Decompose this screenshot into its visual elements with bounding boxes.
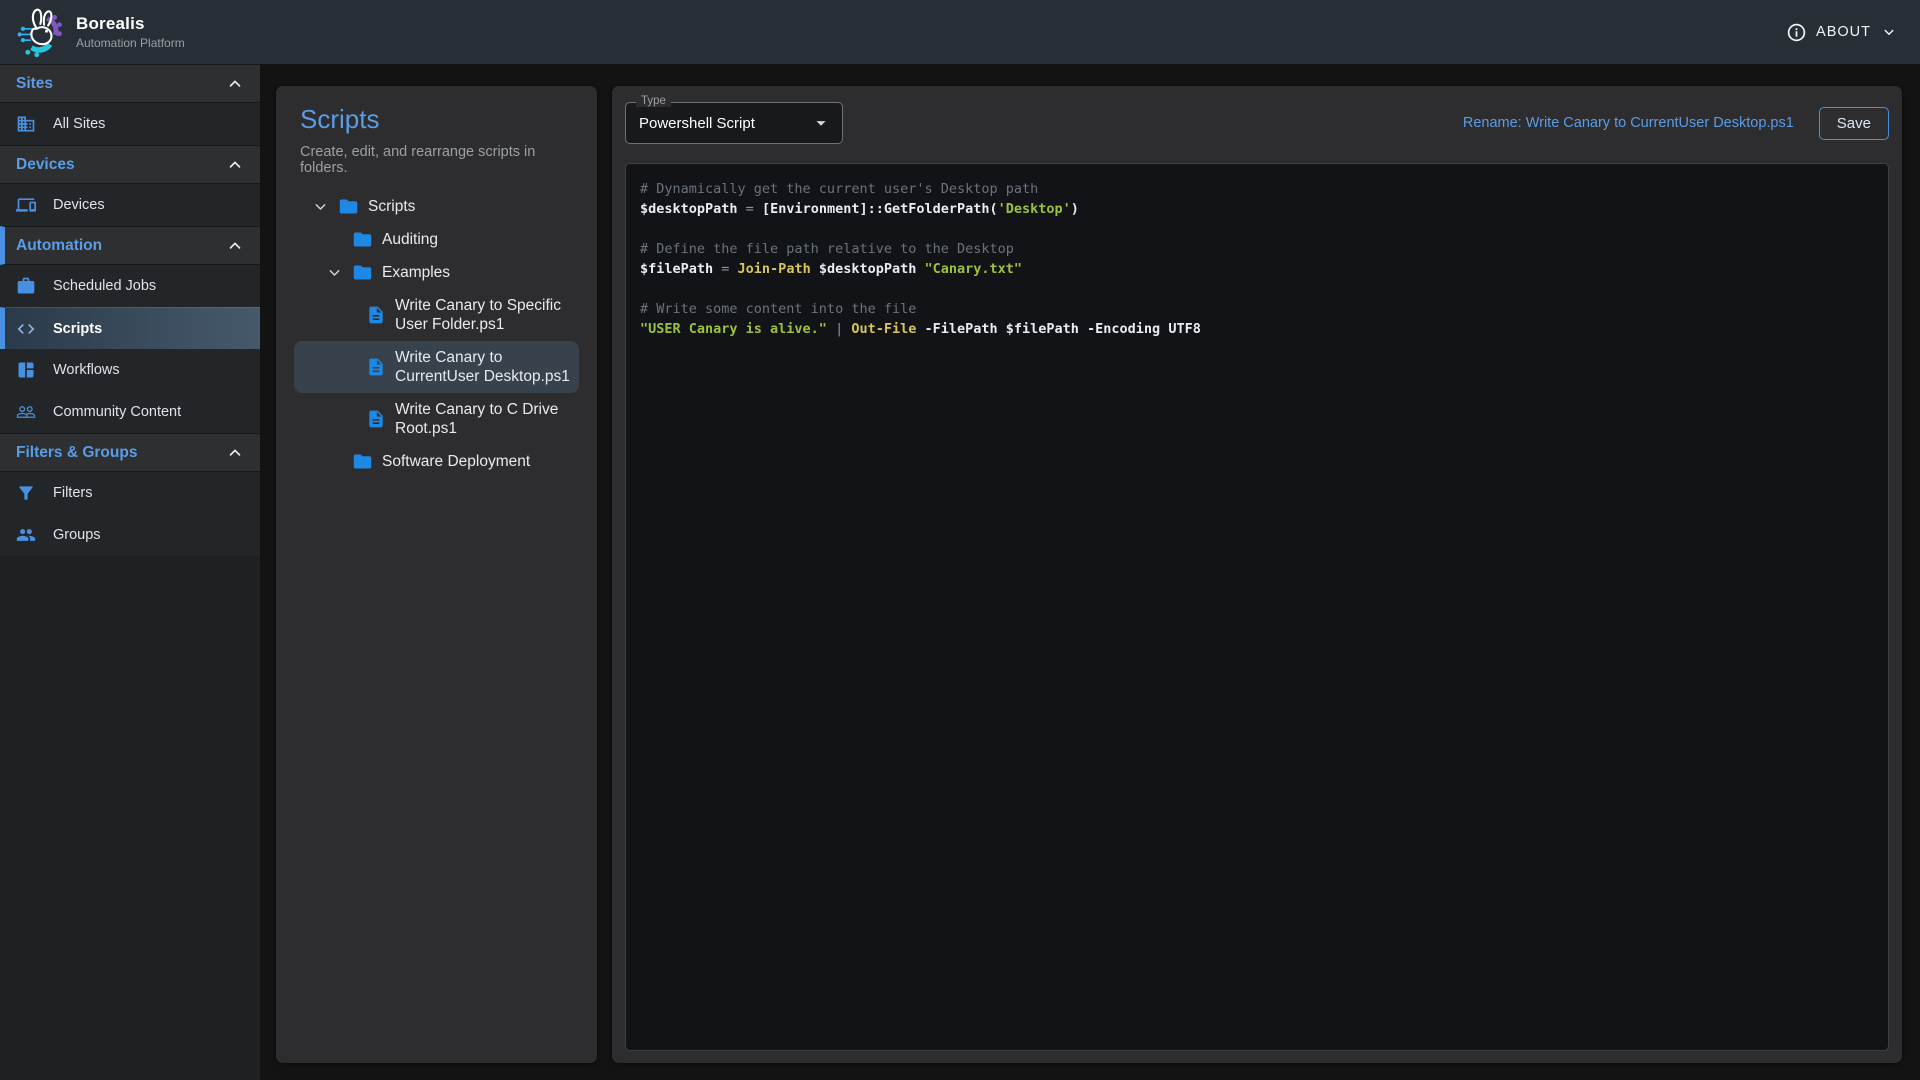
- caret-down-icon: [810, 112, 832, 134]
- top-bar: Borealis Automation Platform ABOUT: [0, 0, 1920, 64]
- tree-item-label: Examples: [382, 263, 450, 283]
- code-line: # Write some content into the file: [640, 299, 1874, 319]
- sidebar-item-label: Community Content: [53, 404, 181, 420]
- tree-folder-software-deployment[interactable]: Software Deployment: [294, 445, 579, 478]
- code-line: [640, 219, 1874, 239]
- sidebar-item-devices[interactable]: Devices: [0, 184, 260, 226]
- folder-icon: [352, 229, 373, 250]
- about-label: ABOUT: [1816, 24, 1871, 40]
- sidebar-item-label: Groups: [53, 527, 101, 543]
- tree-file-write-canary-to-specific-user-folder-ps1[interactable]: Write Canary to Specific User Folder.ps1: [294, 289, 579, 341]
- save-button[interactable]: Save: [1819, 107, 1889, 140]
- app-subtitle: Automation Platform: [76, 36, 185, 50]
- about-menu-button[interactable]: ABOUT: [1786, 22, 1898, 43]
- file-icon: [366, 305, 386, 325]
- code-line: "USER Canary is alive." | Out-File -File…: [640, 319, 1874, 339]
- sidebar-section-label: Devices: [16, 156, 226, 174]
- community-icon: [16, 402, 36, 422]
- sidebar-item-label: Scripts: [53, 321, 102, 337]
- filter-icon: [16, 483, 36, 503]
- sidebar-item-all-sites[interactable]: All Sites: [0, 103, 260, 145]
- sidebar-item-label: Scheduled Jobs: [53, 278, 156, 294]
- workflows-icon: [16, 360, 36, 380]
- sidebar-section-label: Sites: [16, 75, 226, 93]
- type-select-value: Powershell Script: [639, 115, 810, 132]
- editor-header: Type Powershell Script Rename: Write Can…: [625, 102, 1889, 144]
- tree-item-label: Software Deployment: [382, 452, 530, 472]
- sidebar-section-filters-groups[interactable]: Filters & Groups: [0, 433, 260, 472]
- brand-text: Borealis Automation Platform: [76, 14, 185, 50]
- sidebar-item-workflows[interactable]: Workflows: [0, 349, 260, 391]
- chevron-up-icon: [226, 237, 244, 255]
- tree-file-write-canary-to-currentuser-desktop-ps1[interactable]: Write Canary to CurrentUser Desktop.ps1: [294, 341, 579, 393]
- file-icon: [366, 409, 386, 429]
- type-select-label: Type: [636, 95, 671, 107]
- sidebar-item-label: Devices: [53, 197, 105, 213]
- sidebar-item-scheduled-jobs[interactable]: Scheduled Jobs: [0, 265, 260, 307]
- tree-item-label: Write Canary to C Drive Root.ps1: [395, 400, 579, 439]
- sidebar-item-community-content[interactable]: Community Content: [0, 391, 260, 433]
- app-root: Borealis Automation Platform ABOUT Sites…: [0, 0, 1920, 1080]
- tree-file-write-canary-to-c-drive-root-ps1[interactable]: Write Canary to C Drive Root.ps1: [294, 393, 579, 445]
- tree-folder-auditing[interactable]: Auditing: [294, 223, 579, 256]
- main-area: Scripts Create, edit, and rearrange scri…: [260, 64, 1920, 1080]
- tree-folder-scripts[interactable]: Scripts: [294, 190, 579, 223]
- chevron-down-icon: [1880, 23, 1898, 41]
- code-editor[interactable]: # Dynamically get the current user's Des…: [625, 163, 1889, 1051]
- chevron-up-icon: [226, 156, 244, 174]
- sidebar-section-label: Automation: [16, 237, 226, 255]
- sidebar-item-label: Workflows: [53, 362, 120, 378]
- code-line: # Define the file path relative to the D…: [640, 239, 1874, 259]
- sidebar-section-automation[interactable]: Automation: [0, 226, 260, 265]
- tree-item-label: Write Canary to CurrentUser Desktop.ps1: [395, 348, 579, 387]
- scripts-panel: Scripts Create, edit, and rearrange scri…: [276, 86, 597, 1063]
- briefcase-icon: [16, 276, 36, 296]
- code-line: $desktopPath = [Environment]::GetFolderP…: [640, 199, 1874, 219]
- info-icon: [1786, 22, 1807, 43]
- code-icon: [16, 319, 36, 339]
- devices-icon: [16, 195, 36, 215]
- code-line: $filePath = Join-Path $desktopPath "Cana…: [640, 259, 1874, 279]
- content-area: Sites All Sites Devices Devices Automation Sc…: [0, 64, 1920, 1080]
- tree-item-label: Scripts: [368, 197, 415, 217]
- folder-icon: [352, 451, 373, 472]
- folder-icon: [338, 196, 359, 217]
- sidebar: Sites All Sites Devices Devices Automation Sc…: [0, 64, 260, 1080]
- sidebar-section-sites[interactable]: Sites: [0, 64, 260, 103]
- sidebar-item-scripts[interactable]: Scripts: [0, 307, 260, 349]
- tree-folder-examples[interactable]: Examples: [294, 256, 579, 289]
- sidebar-item-label: All Sites: [53, 116, 105, 132]
- borealis-rabbit-logo-icon: [14, 6, 66, 58]
- sidebar-nav: Sites All Sites Devices Devices Automation Sc…: [0, 64, 260, 556]
- groups-icon: [16, 525, 36, 545]
- sidebar-item-label: Filters: [53, 485, 92, 501]
- brand: Borealis Automation Platform: [14, 6, 185, 58]
- chevron-up-icon: [226, 75, 244, 93]
- sidebar-item-filters[interactable]: Filters: [0, 472, 260, 514]
- tree-expand-chevron-down-icon[interactable]: [312, 198, 338, 215]
- tree-item-label: Write Canary to Specific User Folder.ps1: [395, 296, 579, 335]
- script-editor-panel: Type Powershell Script Rename: Write Can…: [612, 86, 1902, 1063]
- rename-script-link[interactable]: Rename: Write Canary to CurrentUser Desk…: [1463, 115, 1794, 131]
- scripts-panel-title: Scripts: [292, 104, 581, 135]
- tree-item-label: Auditing: [382, 230, 438, 250]
- code-line: [640, 279, 1874, 299]
- tree-expand-chevron-down-icon[interactable]: [326, 264, 352, 281]
- building-icon: [16, 114, 36, 134]
- chevron-up-icon: [226, 444, 244, 462]
- sidebar-item-groups[interactable]: Groups: [0, 514, 260, 556]
- app-title: Borealis: [76, 14, 185, 34]
- folder-icon: [352, 262, 373, 283]
- sidebar-filler: [0, 556, 260, 1080]
- sidebar-section-label: Filters & Groups: [16, 444, 226, 462]
- scripts-tree: Scripts Auditing Examples Write Canary to S…: [292, 190, 581, 478]
- code-line: # Dynamically get the current user's Des…: [640, 179, 1874, 199]
- script-type-select[interactable]: Type Powershell Script: [625, 102, 843, 144]
- scripts-panel-subtitle: Create, edit, and rearrange scripts in f…: [292, 144, 581, 176]
- sidebar-section-devices[interactable]: Devices: [0, 145, 260, 184]
- file-icon: [366, 357, 386, 377]
